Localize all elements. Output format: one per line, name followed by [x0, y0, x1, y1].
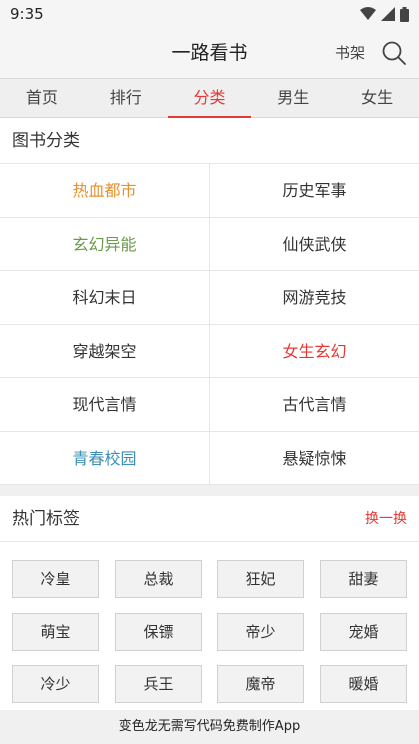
- wifi-icon: [360, 7, 376, 20]
- hot-tags-title: 热门标签: [12, 509, 80, 529]
- tag-button[interactable]: 冷少: [12, 665, 99, 703]
- category-item[interactable]: 热血都市: [0, 164, 210, 218]
- status-time: 9:35: [10, 5, 44, 23]
- app-header: 一路看书 书架: [0, 28, 419, 78]
- tab-home[interactable]: 首页: [0, 79, 84, 117]
- nav-tabs: 首页 排行 分类 男生 女生: [0, 78, 419, 118]
- tag-button[interactable]: 总裁: [115, 560, 202, 598]
- tag-button[interactable]: 甜妻: [320, 560, 407, 598]
- tag-button[interactable]: 冷皇: [12, 560, 99, 598]
- footer-banner[interactable]: 变色龙无需写代码免费制作App: [0, 710, 419, 744]
- category-item[interactable]: 穿越架空: [0, 324, 210, 378]
- tab-female[interactable]: 女生: [335, 79, 419, 117]
- refresh-tags-button[interactable]: 换一换: [365, 496, 407, 542]
- bookshelf-link[interactable]: 书架: [335, 28, 365, 78]
- category-grid: 热血都市 历史军事 玄幻异能 仙侠武侠 科幻末日 网游竞技 穿越架空 女生玄幻 …: [0, 164, 419, 485]
- search-button[interactable]: [381, 40, 407, 66]
- category-item[interactable]: 玄幻异能: [0, 217, 210, 271]
- category-item[interactable]: 女生玄幻: [210, 325, 419, 378]
- search-icon: [382, 41, 406, 65]
- category-item[interactable]: 科幻末日: [0, 271, 210, 325]
- hot-tags-area: 冷皇 总裁 狂妃 甜妻 萌宝 保镖 帝少 宠婚 冷少 兵王 魔帝 暖婚: [0, 542, 419, 710]
- tag-button[interactable]: 兵王: [115, 665, 202, 703]
- category-item[interactable]: 悬疑惊悚: [210, 432, 419, 485]
- category-item[interactable]: 历史军事: [210, 164, 419, 218]
- category-item[interactable]: 现代言情: [0, 378, 210, 432]
- tag-button[interactable]: 暖婚: [320, 665, 407, 703]
- tag-button[interactable]: 魔帝: [217, 665, 304, 703]
- tag-button[interactable]: 保镖: [115, 613, 202, 651]
- category-item[interactable]: 古代言情: [210, 378, 419, 432]
- tab-category[interactable]: 分类: [167, 79, 252, 118]
- tab-ranking[interactable]: 排行: [84, 79, 168, 117]
- battery-icon: [400, 6, 409, 22]
- tag-button[interactable]: 宠婚: [320, 613, 407, 651]
- hot-tags-header: 热门标签 换一换: [0, 496, 419, 542]
- category-item[interactable]: 仙侠武侠: [210, 218, 419, 271]
- category-section-title: 图书分类: [0, 118, 419, 164]
- tag-button[interactable]: 帝少: [217, 613, 304, 651]
- tag-button[interactable]: 萌宝: [12, 613, 99, 651]
- category-item[interactable]: 青春校园: [0, 431, 210, 485]
- status-icons: [360, 6, 409, 22]
- signal-icon: [381, 7, 395, 21]
- tag-button[interactable]: 狂妃: [217, 560, 304, 598]
- status-bar: 9:35: [0, 0, 419, 28]
- tab-male[interactable]: 男生: [251, 79, 335, 117]
- category-item[interactable]: 网游竞技: [210, 271, 419, 325]
